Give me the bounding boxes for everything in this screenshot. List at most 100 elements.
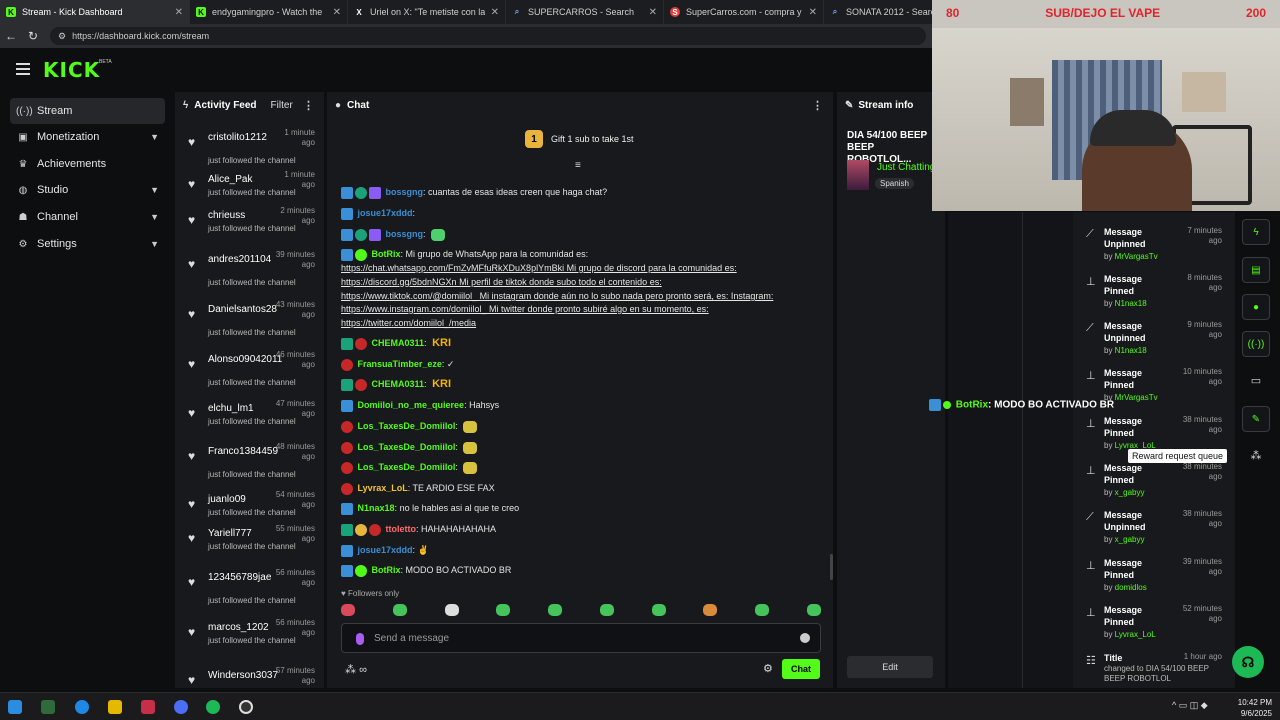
category-link[interactable]: Just Chatting [877,162,935,173]
kebab-menu-icon[interactable]: ⋮ [303,99,314,112]
quick-action-document-button[interactable]: ▤ [1242,257,1270,283]
tab-supercarros-site[interactable]: S SuperCarros.com - compra y ven ✕ [664,0,824,24]
follower-name[interactable]: marcos_1202 [208,622,269,633]
emote-icon[interactable] [755,604,770,616]
chat-username[interactable]: bossgng [386,187,424,197]
chat-username[interactable]: Lyvrax_LoL [358,483,408,493]
tab-x-post[interactable]: X Uriel on X: "Te metiste con la pinc ✕ [348,0,506,24]
hamburger-menu-icon[interactable] [16,63,30,75]
follower-name[interactable]: cristolito1212 [208,132,267,143]
spotify-icon[interactable] [206,700,220,714]
close-icon[interactable]: ✕ [175,7,183,18]
emote-icon[interactable] [444,604,459,616]
chat-message-input[interactable]: Send a message [341,623,821,653]
chat-scrollbar[interactable] [830,554,833,580]
windows-start-icon[interactable] [8,700,22,714]
edit-stream-info-button[interactable]: Edit [847,656,933,678]
chat-username[interactable]: CHEMA0311 [372,338,425,348]
chat-username[interactable]: BotRix [372,565,401,575]
sidebar-item-stream[interactable]: ((·)) Stream [10,98,165,124]
follower-name[interactable]: chrieuss [208,210,245,221]
emote-icon[interactable] [548,604,563,616]
follower-name[interactable]: 123456789jae [208,572,271,583]
microphone-icon[interactable] [356,633,364,645]
back-arrow-icon[interactable]: ← [0,29,22,43]
tab-supercarros-search[interactable]: ⌕ SUPERCARROS - Search ✕ [506,0,664,24]
settings-gear-icon[interactable]: ⚙ [763,662,773,675]
sidebar-item-monetization[interactable]: ▣ Monetization ▼ [10,124,165,150]
tab-sonata-search[interactable]: ⌕ SONATA 2012 - Search le [824,0,944,24]
site-info-icon[interactable]: ⚙ [58,31,66,42]
quick-action-tools-button[interactable]: ✎ [1242,406,1270,432]
layout-icon[interactable]: ▭ [1248,374,1264,390]
follower-name[interactable]: juanlo09 [208,494,246,505]
chat-username[interactable]: Los_TaxesDe_Domiilol [358,421,456,431]
chat-username[interactable]: Domiiloi_no_me_quieree [358,400,465,410]
emote-icon[interactable] [703,604,718,616]
follower-name[interactable]: Alice_Pak [208,174,252,185]
close-icon[interactable]: ✕ [491,7,499,18]
chat-link-line[interactable]: https://www.instagram.com/domiilol_ Mi t… [341,303,709,315]
system-tray-icons[interactable]: ^ ▭ ◫ ◆ [1172,700,1208,711]
terminal-icon[interactable] [41,700,55,714]
gift-sub-banner[interactable]: 1 Gift 1 sub to take 1st [525,130,634,148]
edge-icon[interactable] [75,700,89,714]
browser-icon[interactable] [174,700,188,714]
obs-icon[interactable] [239,700,253,714]
kick-logo[interactable]: KICK [43,58,100,82]
close-icon[interactable]: ✕ [809,7,817,18]
quick-action-bolt-button[interactable]: ϟ [1242,219,1270,245]
chat-username[interactable]: Los_TaxesDe_Domiilol [358,462,456,472]
sidebar-item-studio[interactable]: ◍ Studio ▼ [10,177,165,203]
chat-username[interactable]: CHEMA0311 [372,379,425,389]
emote-icon[interactable] [599,604,614,616]
chat-username[interactable]: josue17xddd [358,208,413,218]
close-icon[interactable]: ✕ [649,7,657,18]
reload-icon[interactable]: ↻ [22,29,44,43]
url-field[interactable]: ⚙ https://dashboard.kick.com/stream [50,27,926,45]
language-tag[interactable]: Spanish [875,178,914,189]
sidebar-item-achievements[interactable]: ♛ Achievements [10,151,165,177]
send-chat-button[interactable]: Chat [782,659,820,679]
close-icon[interactable]: ✕ [333,7,341,18]
emote-icon[interactable] [496,604,511,616]
app-icon[interactable] [141,700,155,714]
follower-name[interactable]: Winderson3037 [208,670,278,681]
chat-username[interactable]: N1nax18 [358,503,395,513]
kebab-menu-icon[interactable]: ⋮ [812,99,823,112]
chat-username[interactable]: BotRix [372,249,401,259]
follower-name[interactable]: Yariell777 [208,528,252,539]
system-clock[interactable]: 10:42 PM 9/6/2025 [1238,697,1272,719]
emote-icon[interactable] [392,604,407,616]
chat-username[interactable]: bossgng [386,229,424,239]
emote-icon[interactable] [341,604,355,616]
chat-link-line[interactable]: https://chat.whatsapp.com/FmZvMFfuRkXDuX… [341,262,737,274]
tab-endygaming[interactable]: K endygamingpro - Watch the ✕ [190,0,348,24]
quick-action-broadcast-button[interactable]: ((·)) [1242,331,1270,357]
follower-name[interactable]: elchu_lm1 [208,403,254,414]
quick-action-chat-button[interactable]: ● [1242,294,1270,320]
chat-username[interactable]: Los_TaxesDe_Domiilol [358,442,456,452]
filter-button[interactable]: Filter [271,100,293,111]
emote-icon[interactable] [651,604,666,616]
follower-name[interactable]: Alonso09042011 [208,354,282,365]
emoji-picker-icon[interactable] [800,633,810,643]
chat-link-line[interactable]: https://www.tiktok.com/@domiilol_ Mi ins… [341,290,773,302]
file-explorer-icon[interactable] [108,700,122,714]
sidebar-item-channel[interactable]: ☗ Channel ▼ [10,204,165,230]
reward-queue-icon[interactable]: ⁂ [1248,449,1264,465]
follower-name[interactable]: andres201104 [208,254,271,265]
collapse-icon[interactable]: ≡ [575,160,581,171]
follower-name[interactable]: Danielsantos28 [208,304,277,315]
chat-link-line[interactable]: https://twitter.com/domiilol_/media [341,317,476,329]
emote-icon[interactable] [806,604,821,616]
chat-tools-icon[interactable]: ⁂ ∞ [345,663,367,676]
chat-username[interactable]: ttoletto [386,524,417,534]
follower-name[interactable]: Franco1384459 [208,446,278,457]
chat-link-line[interactable]: https://discord.gg/5bdnNGXn Mi perfil de… [341,276,662,288]
chat-username[interactable]: josue17xddd [358,545,413,555]
support-headset-button[interactable]: ☊ [1232,646,1264,678]
tab-kick-dashboard[interactable]: K Stream - Kick Dashboard ✕ [0,0,190,24]
sidebar-item-settings[interactable]: ⚙ Settings ▼ [10,231,165,257]
chat-username[interactable]: FransuaTimber_eze [358,359,442,369]
